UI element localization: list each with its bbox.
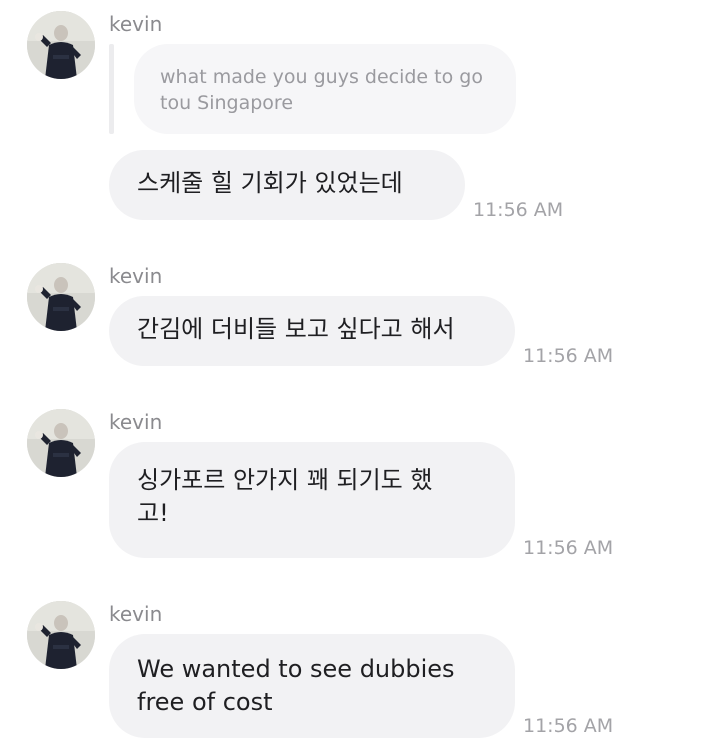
message-text: 간김에 더비들 보고 싶다고 해서 xyxy=(137,315,455,343)
avatar[interactable] xyxy=(27,601,95,669)
user-photo-avatar-icon xyxy=(27,409,95,477)
message-timestamp: 11:56 AM xyxy=(523,345,614,367)
reply-quote-text: what made you guys decide to go tou Sing… xyxy=(160,66,483,114)
message-bubble[interactable]: 간김에 더비들 보고 싶다고 해서 xyxy=(109,296,515,366)
avatar[interactable] xyxy=(27,263,95,331)
user-photo-avatar-icon xyxy=(27,11,95,79)
user-photo-avatar-icon xyxy=(27,601,95,669)
message-bubble[interactable]: 싱가포르 안가지 꽤 되기도 했 고! xyxy=(109,442,515,558)
message-timestamp: 11:56 AM xyxy=(523,715,614,737)
sender-name: kevin xyxy=(109,602,163,626)
reply-quote[interactable]: what made you guys decide to go tou Sing… xyxy=(134,44,516,134)
user-photo-avatar-icon xyxy=(27,263,95,331)
message-text-line: 싱가포르 안가지 꽤 되기도 했 xyxy=(137,466,433,494)
message-timestamp: 11:56 AM xyxy=(523,537,614,559)
sender-name: kevin xyxy=(109,12,163,36)
message-text: 스케줄 힐 기회가 있었는데 xyxy=(137,169,403,197)
sender-name: kevin xyxy=(109,264,163,288)
message-bubble[interactable]: We wanted to see dubbies free of cost xyxy=(109,634,515,738)
reply-indicator-bar xyxy=(109,44,114,134)
message-bubble[interactable]: 스케줄 힐 기회가 있었는데 xyxy=(109,150,465,220)
message-text-line: 고! xyxy=(137,499,169,527)
avatar[interactable] xyxy=(27,11,95,79)
message-text-line: free of cost xyxy=(137,688,273,716)
sender-name: kevin xyxy=(109,410,163,434)
message-text-line: We wanted to see dubbies xyxy=(137,655,455,683)
message-timestamp: 11:56 AM xyxy=(473,199,564,221)
avatar[interactable] xyxy=(27,409,95,477)
